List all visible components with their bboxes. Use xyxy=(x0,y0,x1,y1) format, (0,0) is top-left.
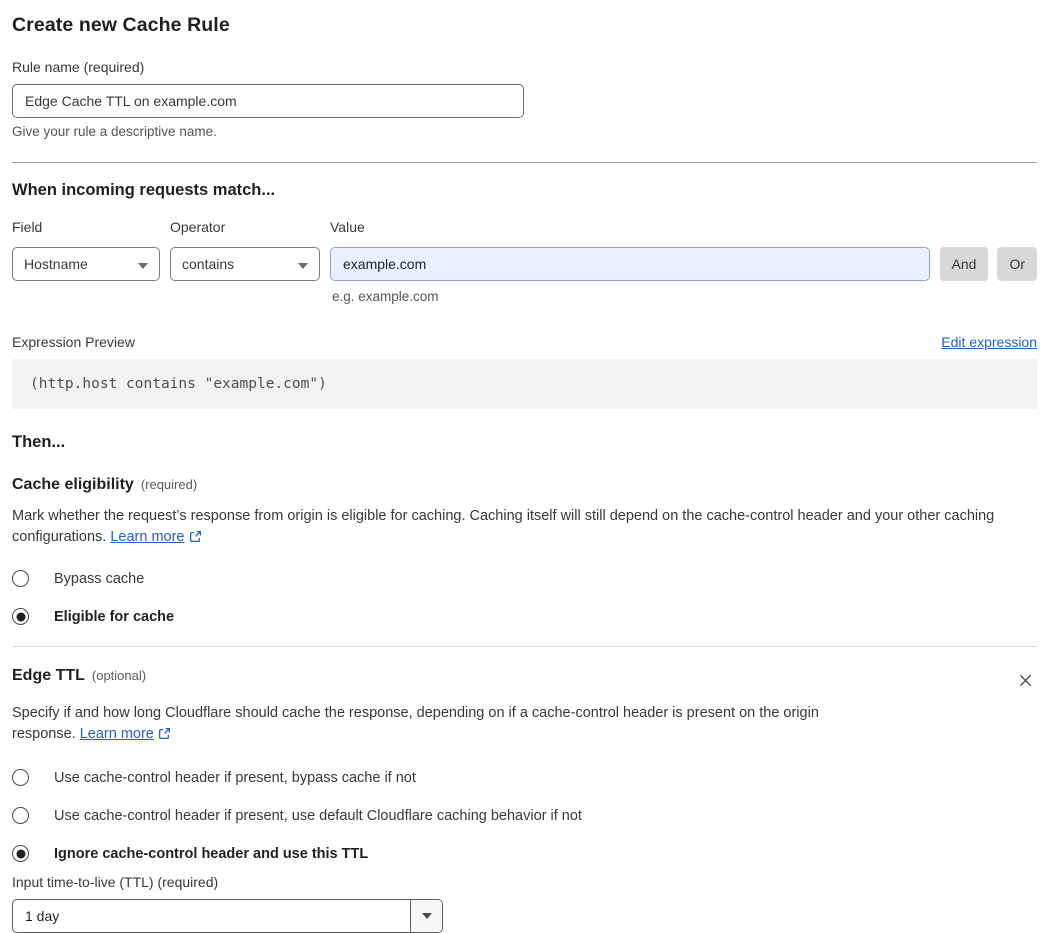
rule-name-helper: Give your rule a descriptive name. xyxy=(12,124,217,139)
radio-label: Eligible for cache xyxy=(54,608,175,625)
match-row: Field Hostname Operator contains Value A… xyxy=(12,219,1037,281)
radio-icon xyxy=(12,769,29,786)
radio-label: Bypass cache xyxy=(54,570,145,587)
and-button[interactable]: And xyxy=(939,247,989,281)
edge-ttl-heading: Edge TTL (optional) xyxy=(12,667,147,684)
page-title: Create new Cache Rule xyxy=(12,14,230,36)
field-select-value: Hostname xyxy=(24,256,88,272)
cache-eligibility-heading: Cache eligibility (required) xyxy=(12,476,198,493)
then-heading: Then... xyxy=(12,433,66,451)
expression-preview-label: Expression Preview xyxy=(12,334,135,350)
section-divider xyxy=(12,646,1037,647)
field-label: Field xyxy=(12,219,43,235)
radio-icon xyxy=(12,807,29,824)
external-link-icon xyxy=(189,529,202,550)
value-helper: e.g. example.com xyxy=(332,289,439,304)
radio-option-use-header-bypass[interactable]: Use cache-control header if present, byp… xyxy=(12,769,1037,786)
cache-eligibility-learn-more-link[interactable]: Learn more xyxy=(110,529,184,545)
radio-label: Ignore cache-control header and use this… xyxy=(54,845,369,862)
ttl-label: Input time-to-live (TTL) (required) xyxy=(12,874,219,890)
rule-name-input[interactable] xyxy=(12,84,524,118)
match-heading: When incoming requests match... xyxy=(12,181,276,199)
edge-ttl-description: Specify if and how long Cloudflare shoul… xyxy=(12,703,850,747)
radio-icon xyxy=(12,608,29,625)
expression-code: (http.host contains "example.com") xyxy=(12,359,1037,409)
chevron-down-icon xyxy=(410,900,442,932)
radio-icon xyxy=(12,570,29,587)
radio-option-bypass-cache[interactable]: Bypass cache xyxy=(12,570,1037,587)
chevron-down-icon xyxy=(298,256,308,272)
external-link-icon xyxy=(158,726,171,747)
cache-eligibility-section: Cache eligibility (required) Mark whether… xyxy=(12,476,1037,625)
cache-eligibility-description: Mark whether the request’s response from… xyxy=(12,506,1037,550)
ttl-select-value: 1 day xyxy=(25,908,60,924)
or-button[interactable]: Or xyxy=(997,247,1037,281)
operator-select-value: contains xyxy=(182,256,235,272)
operator-select[interactable]: contains xyxy=(170,247,320,281)
rule-name-label: Rule name (required) xyxy=(12,59,145,75)
close-icon[interactable] xyxy=(1014,669,1037,695)
operator-label: Operator xyxy=(170,219,226,235)
radio-label: Use cache-control header if present, use… xyxy=(54,807,582,824)
edit-expression-link[interactable]: Edit expression xyxy=(941,334,1037,350)
cache-eligibility-qualifier: (required) xyxy=(140,477,198,492)
radio-option-use-header-default[interactable]: Use cache-control header if present, use… xyxy=(12,807,1037,824)
field-select[interactable]: Hostname xyxy=(12,247,160,281)
value-input[interactable] xyxy=(330,247,930,281)
edge-ttl-learn-more-link[interactable]: Learn more xyxy=(80,726,154,742)
value-label: Value xyxy=(330,219,365,235)
radio-icon xyxy=(12,845,29,862)
radio-option-ignore-header-ttl[interactable]: Ignore cache-control header and use this… xyxy=(12,845,1037,862)
chevron-down-icon xyxy=(138,256,148,272)
radio-option-eligible-for-cache[interactable]: Eligible for cache xyxy=(12,608,1037,625)
edge-ttl-section: Edge TTL (optional) Specify if and how lo… xyxy=(12,667,1037,933)
ttl-select[interactable]: 1 day xyxy=(12,899,443,933)
section-divider xyxy=(12,162,1037,163)
radio-label: Use cache-control header if present, byp… xyxy=(54,769,416,786)
edge-ttl-qualifier: (optional) xyxy=(91,668,147,683)
